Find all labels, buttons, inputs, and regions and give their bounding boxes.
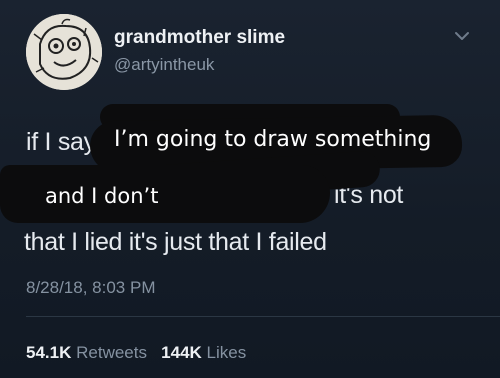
overlay-text-2: and I don’t: [45, 184, 159, 208]
retweets-label: Retweets: [76, 343, 147, 362]
divider: [26, 316, 500, 317]
author-handle[interactable]: @artyintheuk: [114, 55, 214, 75]
tweet-text-line-3: that I lied it's just that I failed: [24, 228, 327, 256]
retweets-count: 54.1K: [26, 343, 72, 362]
doodle-face-avatar-icon: [26, 14, 102, 90]
chevron-down-icon[interactable]: [452, 26, 472, 46]
overlay-text-1: I’m going to draw something: [114, 127, 432, 152]
author-display-name[interactable]: grandmother slime: [114, 27, 285, 49]
tweet-timestamp[interactable]: 8/28/18, 8:03 PM: [26, 278, 155, 298]
likes-label: Likes: [206, 343, 247, 362]
likes-stat[interactable]: 144K Likes: [161, 343, 246, 362]
tweet-card: grandmother slime @artyintheuk if I say …: [0, 0, 500, 378]
tweet-stats: 54.1K Retweets 144K Likes: [26, 343, 246, 363]
retweets-stat[interactable]: 54.1K Retweets: [26, 343, 152, 362]
tweet-text-line-1: if I say: [26, 128, 96, 156]
likes-count: 144K: [161, 343, 202, 362]
avatar[interactable]: [26, 14, 102, 90]
